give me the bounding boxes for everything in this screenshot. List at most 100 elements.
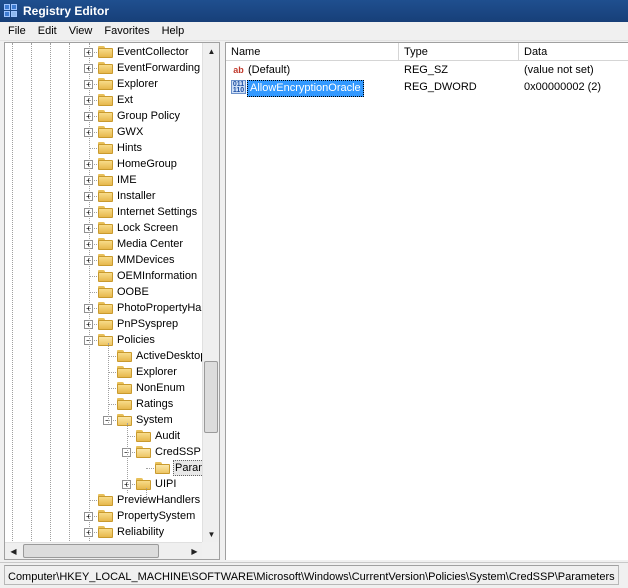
menu-file[interactable]: File [2,25,32,37]
folder-icon [98,270,113,282]
tree-item-label: Reliability [117,526,165,538]
tree-item[interactable]: PreviewHandlers [5,492,203,508]
value-data: 0x00000002 (2) [524,81,602,93]
tree-item[interactable]: + MMDevices [5,252,203,268]
list-row[interactable]: ab (Default) REG_SZ (value not set) [226,62,628,79]
tree-item[interactable]: + GWX [5,124,203,140]
tree-item-label: GWX [117,126,144,138]
scroll-right-arrow-icon[interactable]: ▶ [186,543,203,559]
folder-icon [117,350,132,362]
tree-item-label: ActiveDesktop [136,350,203,362]
tree-item[interactable]: OOBE [5,284,203,300]
tree-item[interactable]: ActiveDesktop [5,348,203,364]
registry-tree[interactable]: + EventCollector + EventForwarding + Explorer… [4,42,220,560]
tree-vertical-scrollbar[interactable]: ▲ ▼ [202,43,219,543]
tree-item[interactable]: Explorer [5,364,203,380]
tree-item[interactable]: + Explorer [5,76,203,92]
tree-horizontal-scrollbar[interactable]: ◀ ▶ [5,542,203,559]
folder-icon [98,174,113,186]
tree-item-label: Internet Settings [117,206,198,218]
scroll-left-arrow-icon[interactable]: ◀ [5,543,22,559]
folder-icon [98,206,113,218]
tree-item-label: UIPI [155,478,177,490]
tree-item[interactable]: + Lock Screen [5,220,203,236]
tree-item-label: Hints [117,142,143,154]
tree-item[interactable]: + HomeGroup [5,156,203,172]
tree-item[interactable]: + Media Center [5,236,203,252]
column-header-name[interactable]: Name [226,43,399,61]
tree-item[interactable]: + PhotoPropertyHan [5,300,203,316]
folder-icon [98,318,113,330]
tree-item-label: OOBE [117,286,149,298]
tree-item[interactable]: + UIPI [5,476,203,492]
tree-item[interactable]: + Ext [5,92,203,108]
folder-icon [117,366,132,378]
tree-item-label: Ext [117,94,133,106]
scroll-up-arrow-icon[interactable]: ▲ [203,43,219,60]
folder-icon [98,126,113,138]
tree-item[interactable]: + Group Policy [5,108,203,124]
string-value-icon: ab [233,65,244,75]
tree-item[interactable]: Parame [5,460,203,476]
tree-item[interactable]: OEMInformation [5,268,203,284]
tree-item[interactable]: + PnPSysprep [5,316,203,332]
tree-item-label: Installer [117,190,156,202]
folder-icon [98,526,113,538]
tree-item-label: Lock Screen [117,222,179,234]
list-row[interactable]: 011 110 AllowEncryptionOracle REG_DWORD 0… [226,79,628,97]
value-name: (Default) [248,64,291,76]
menu-view[interactable]: View [63,25,99,37]
tree-item[interactable]: − System [5,412,203,428]
tree-item-label: Audit [155,430,181,442]
tree-item-label: System [136,414,173,426]
tree-item-label: Parame [173,460,203,476]
tree-item-label: MMDevices [117,254,175,266]
list-header: Name Type Data [226,43,628,61]
tree-guide-line [127,423,128,493]
tree-item[interactable]: − CredSSP [5,444,203,460]
menu-help[interactable]: Help [156,25,191,37]
folder-icon [98,254,113,266]
tree-item[interactable]: + IME [5,172,203,188]
folder-icon [98,142,113,154]
folder-icon [98,158,113,170]
folder-icon [98,94,113,106]
values-list[interactable]: Name Type Data ab (Default) REG_SZ (valu… [225,42,628,560]
folder-icon [98,222,113,234]
column-header-data[interactable]: Data [519,43,628,61]
tree-vscroll-thumb[interactable] [204,361,218,433]
tree-item[interactable]: Audit [5,428,203,444]
status-bar: Computer\HKEY_LOCAL_MACHINE\SOFTWARE\Mic… [0,562,628,588]
tree-item[interactable]: + EventCollector [5,44,203,60]
tree-item-label: Group Policy [117,110,180,122]
folder-icon [136,430,151,442]
open-folder-icon [98,334,113,346]
tree-item[interactable]: − Policies [5,332,203,348]
folder-icon [98,110,113,122]
menu-edit[interactable]: Edit [32,25,63,37]
tree-item[interactable]: + PropertySystem [5,508,203,524]
tree-item[interactable]: + Internet Settings [5,204,203,220]
tree-item[interactable]: + Installer [5,188,203,204]
tree-item-label: PreviewHandlers [117,494,201,506]
tree-item-label: PnPSysprep [117,318,179,330]
tree-item[interactable]: + Reliability [5,524,203,540]
scroll-down-arrow-icon[interactable]: ▼ [203,526,219,543]
tree-item[interactable]: + EventForwarding [5,60,203,76]
tree-content: + EventCollector + EventForwarding + Explorer… [5,43,203,543]
tree-item-label: PhotoPropertyHan [117,302,203,314]
tree-guide-line [89,43,90,543]
folder-icon [98,286,113,298]
tree-item-label: Media Center [117,238,184,250]
tree-item[interactable]: Ratings [5,396,203,412]
menu-favorites[interactable]: Favorites [98,25,155,37]
tree-item-label: EventCollector [117,46,189,58]
tree-hscroll-thumb[interactable] [23,544,159,558]
column-header-type[interactable]: Type [399,43,519,61]
tree-item[interactable]: NonEnum [5,380,203,396]
tree-item-label: PropertySystem [117,510,196,522]
value-name: AllowEncryptionOracle [247,80,364,97]
folder-icon [136,478,151,490]
folder-icon [98,510,113,522]
tree-item[interactable]: Hints [5,140,203,156]
